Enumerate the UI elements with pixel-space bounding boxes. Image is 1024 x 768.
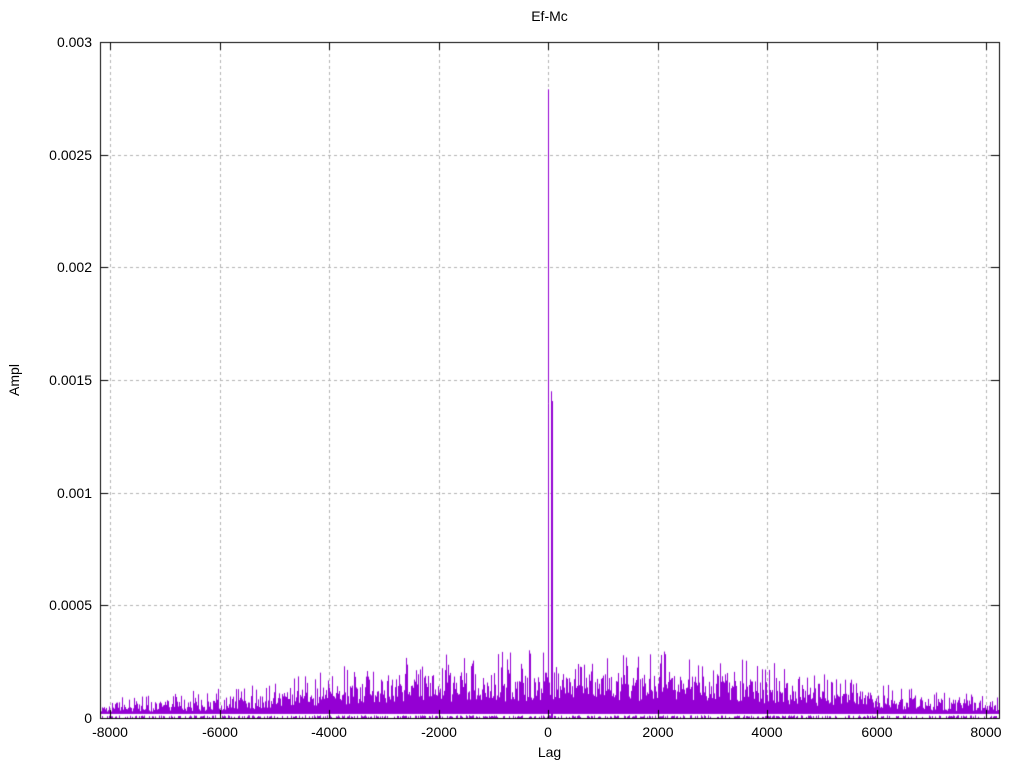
x-tick-label: 0 [544,724,552,740]
y-tick-label: 0.0025 [49,147,92,163]
x-axis-label: Lag [537,744,562,760]
chart-title: Ef-Mc [531,8,568,24]
x-tick-label: -2000 [421,724,457,740]
x-tick-label: 6000 [861,724,893,740]
x-tick-label: 8000 [970,724,1002,740]
y-tick-label: 0.003 [56,34,92,50]
y-tick-label: 0.0015 [49,372,92,388]
x-tick-label: 2000 [642,724,674,740]
correlation-chart-figure: Ef-Mc Ampl Lag 0 0.0005 0.001 0.0015 0.002 0.… [0,0,1024,768]
y-tick-label: 0.001 [56,485,92,501]
y-tick-label: 0.0005 [49,597,92,613]
y-tick-label: 0.002 [56,259,92,275]
correlation-plot-canvas [0,0,1024,768]
x-tick-label: 4000 [751,724,783,740]
x-tick-label: -4000 [311,724,347,740]
x-tick-label: -8000 [92,724,128,740]
x-tick-label: -6000 [202,724,238,740]
